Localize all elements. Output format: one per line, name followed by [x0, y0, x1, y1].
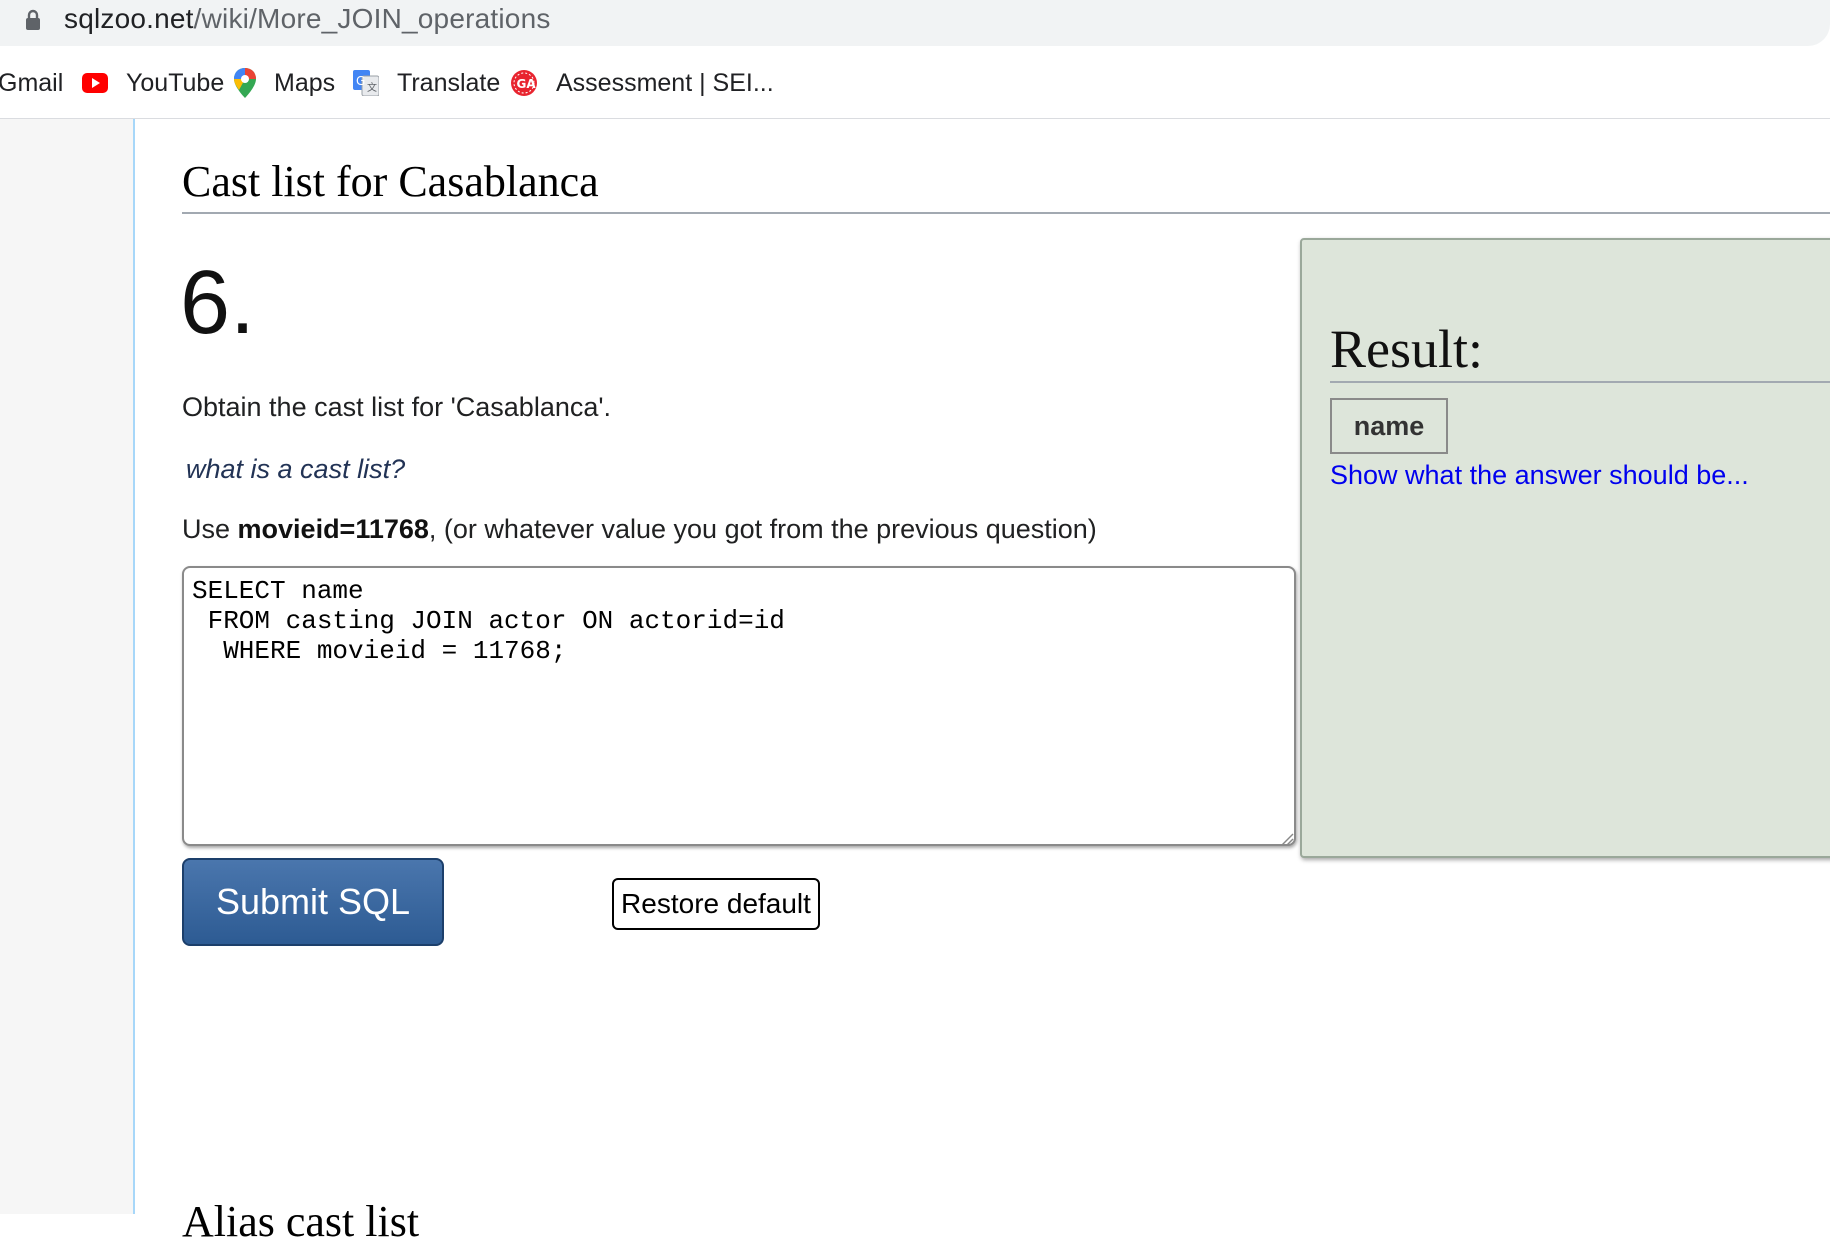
question-instruction: Obtain the cast list for 'Casablanca'.	[182, 392, 612, 422]
translate-icon: G 文	[353, 70, 379, 96]
next-section-heading: Alias cast list	[182, 1197, 420, 1246]
result-title: Result:	[1330, 319, 1484, 379]
address-bar[interactable]: sqlzoo.net/wiki/More_JOIN_operations	[0, 0, 1830, 46]
lock-icon	[26, 9, 40, 30]
sql-editor[interactable]: SELECT name FROM casting JOIN actor ON a…	[182, 566, 1296, 846]
svg-text:文: 文	[367, 81, 377, 94]
bookmark-maps[interactable]: Maps	[234, 66, 335, 100]
submit-sql-button[interactable]: Submit SQL	[182, 858, 444, 946]
show-answer-link[interactable]: Show what the answer should be...	[1330, 460, 1749, 491]
movieid-value: movieid=11768	[237, 514, 429, 544]
movieid-instruction: Use movieid=11768, (or whatever value yo…	[182, 514, 1097, 545]
result-column-header: name	[1330, 398, 1448, 454]
bookmark-label: Gmail	[0, 68, 64, 97]
bookmark-label: YouTube	[126, 68, 225, 97]
hint-link[interactable]: what is a cast list?	[186, 454, 405, 485]
url-path: /wiki/More_JOIN_operations	[193, 3, 551, 34]
bookmark-label: Translate	[397, 68, 501, 97]
bookmark-label: Maps	[274, 68, 336, 97]
youtube-icon	[82, 73, 108, 93]
use-suffix: , (or whatever value you got from the pr…	[428, 514, 1097, 544]
svg-text:G: G	[356, 74, 365, 88]
result-divider	[1330, 381, 1830, 383]
maps-icon	[234, 68, 256, 98]
resize-grip-icon[interactable]	[1280, 832, 1294, 846]
left-sidebar	[0, 119, 135, 1214]
url-text[interactable]: sqlzoo.net/wiki/More_JOIN_operations	[64, 3, 551, 35]
ga-icon: GA	[511, 70, 537, 96]
svg-text:GA: GA	[517, 77, 537, 91]
bookmark-label: Assessment | SEI...	[556, 68, 774, 97]
bookmarks-bar: Gmail YouTube Maps G 文 Translate GA Asse…	[0, 46, 1830, 119]
question-number: 6.	[180, 253, 256, 353]
bookmark-youtube[interactable]: YouTube	[82, 66, 224, 100]
url-domain: sqlzoo.net	[64, 3, 194, 34]
section-heading: Cast list for Casablanca	[182, 157, 599, 206]
bookmark-assessment[interactable]: GA Assessment | SEI...	[510, 66, 774, 100]
restore-default-button[interactable]: Restore default	[612, 878, 820, 930]
bookmark-translate[interactable]: G 文 Translate	[353, 66, 500, 100]
use-prefix: Use	[182, 514, 238, 544]
heading-divider	[182, 212, 1830, 214]
bookmark-gmail[interactable]: Gmail	[0, 66, 63, 100]
